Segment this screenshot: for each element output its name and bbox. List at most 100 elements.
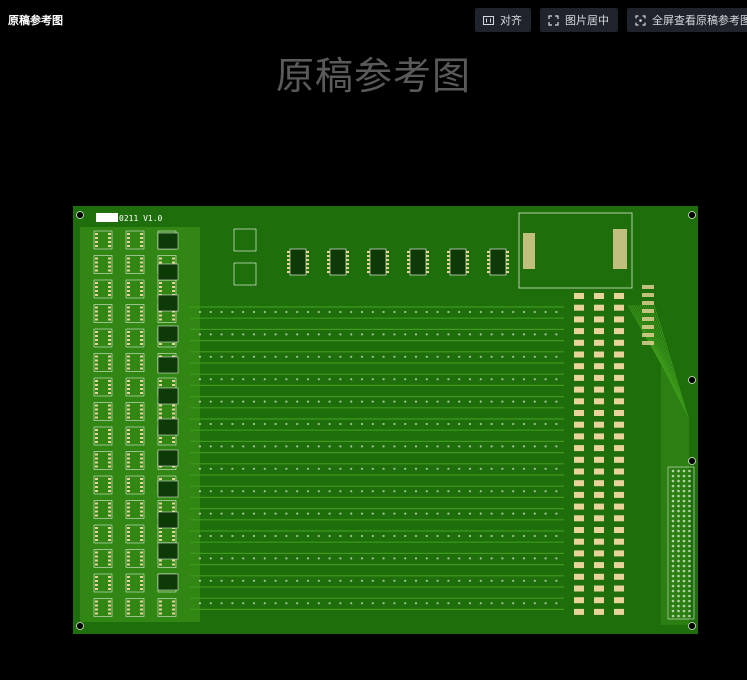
via [436,310,439,314]
header-pin [671,539,675,543]
chip-pad [127,612,130,615]
align-button[interactable]: 对齐 [475,8,531,32]
chip-pad [140,241,143,243]
board-silkscreen-label: 0211 V1.0 [119,214,163,223]
header-pin [682,554,686,558]
chip-pad [108,482,111,484]
via [479,534,482,538]
header-pin [688,599,691,603]
via [447,534,450,538]
chip-pad [108,486,111,488]
via [501,333,504,336]
chip-pad [140,282,143,284]
smd-pad [594,538,604,545]
via [339,445,342,448]
chip-pad [159,408,162,411]
via [274,445,277,448]
top-row-ic [449,248,467,276]
chip-pad [140,506,143,509]
header-pin [671,549,675,553]
via [231,422,234,426]
via [404,400,407,403]
smd-pad [594,339,604,346]
chip-pad [127,310,130,313]
chip-pad [108,380,111,382]
chip-pad [140,527,143,529]
via [414,534,418,538]
header-pin [671,559,675,563]
smd-pad [614,527,624,533]
chip-pad [140,290,143,292]
via [425,602,428,605]
via [231,602,234,605]
via [522,378,526,381]
via [274,378,277,381]
via [328,602,331,605]
header-pin [682,569,686,573]
ic-pin [407,263,410,265]
ic-pin [386,259,389,261]
via [209,512,212,515]
via [436,400,439,403]
chip-pad [127,563,130,566]
via [209,355,212,358]
smd-pad [594,585,604,592]
via [533,602,536,605]
smd-pad [594,433,604,440]
via [382,490,385,493]
chip-pad [127,600,130,603]
ic-pin [447,263,450,265]
via [490,445,493,448]
chip-pad [140,502,143,505]
fullscreen-reference-button[interactable]: 全屏查看原稿参考图 [627,8,747,32]
chip-pad [108,539,111,541]
pcb-reference-image[interactable]: 0211 V1.0 [72,205,699,635]
header-pin [688,509,691,513]
chip-pad [127,506,130,509]
chip-pad [159,478,162,480]
via [306,378,310,381]
smd-pad [614,585,624,592]
via [436,602,439,605]
chip-pad [140,335,143,337]
via [458,467,461,470]
header-pin [677,509,680,513]
via [404,512,407,515]
via [328,490,331,493]
via [522,310,526,314]
ic-pin [367,267,370,269]
side-ic [157,449,179,467]
via [436,579,439,582]
via [414,445,418,448]
smd-pad [574,480,584,487]
center-image-button[interactable]: 图片居中 [540,8,618,32]
ic-pin [487,263,490,265]
via [490,490,493,493]
ic-pin [407,259,410,261]
ic-pin [506,259,509,261]
chip-pad [108,290,111,292]
smd-pad [574,491,584,498]
via [209,400,212,403]
via [468,534,472,538]
via [468,467,472,470]
chip-pad [127,514,130,517]
via [414,378,418,381]
header-pin [671,579,675,583]
chip-pad [140,486,143,488]
chip-pad [95,527,98,529]
via [198,602,202,605]
ic-pin [426,255,429,257]
via [306,557,310,560]
via [555,445,558,448]
header-pin [682,584,686,588]
via [479,400,482,403]
chip-pad [108,551,111,554]
header-pin [677,609,680,613]
via [296,490,299,493]
via [198,310,202,314]
ic-pin [487,255,490,257]
chip-pad [127,384,130,386]
header-pin [682,484,686,488]
header-pin [688,514,691,518]
